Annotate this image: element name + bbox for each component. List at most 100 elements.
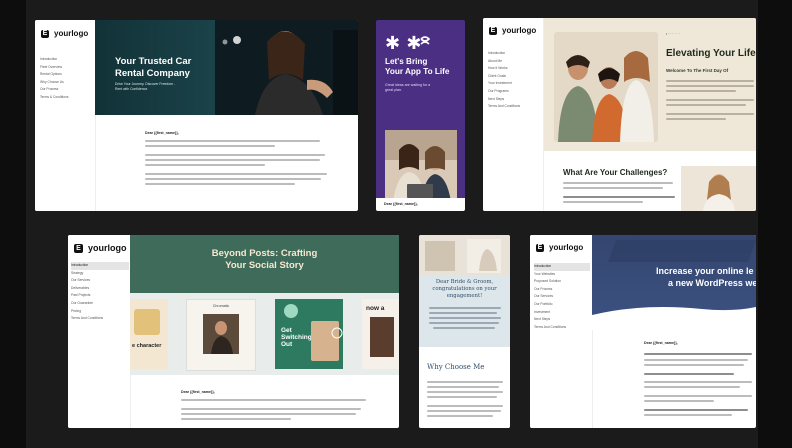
title-line: Your Trusted Car bbox=[115, 56, 192, 67]
car-logo: E yourlogo bbox=[41, 29, 88, 38]
life-hero: • · · · · · · Elevating Your Life Welcom… bbox=[544, 18, 756, 151]
sidebar-item[interactable]: Rental Options bbox=[40, 71, 90, 79]
text-line bbox=[181, 418, 291, 420]
sidebar-item[interactable]: Next Steps bbox=[488, 96, 540, 104]
wordpress-template[interactable]: E yourlogo Introduction Your Websites Pr… bbox=[530, 235, 756, 428]
logo-mark-icon: E bbox=[536, 243, 544, 252]
sidebar-item[interactable]: Next Steps bbox=[534, 316, 590, 324]
logo-text: yourlogo bbox=[54, 29, 89, 38]
wedding-section: Why Choose Me bbox=[419, 347, 510, 428]
life-sidebar-list: Introduction About Me How It Works Clien… bbox=[488, 50, 540, 111]
sidebar-item[interactable]: Our Programs bbox=[488, 88, 540, 96]
text-line bbox=[429, 317, 501, 319]
text-line bbox=[145, 140, 320, 142]
sidebar-item[interactable]: Terms And Conditions bbox=[534, 324, 590, 332]
social-card-right[interactable]: now a bbox=[362, 299, 399, 369]
life-title: Elevating Your Life bbox=[666, 48, 756, 59]
sidebar-item[interactable]: Proposed Solution bbox=[534, 278, 590, 286]
sidebar-item[interactable]: Why Choose Us bbox=[40, 79, 90, 87]
social-title: Beyond Posts: Crafting Your Social Story bbox=[130, 248, 399, 272]
text-line bbox=[563, 187, 663, 189]
title-line: engagement! bbox=[446, 293, 483, 299]
right-dark-strip bbox=[758, 0, 792, 448]
wp-greeting: Dear {{first_name}}, bbox=[644, 341, 678, 345]
social-hero: Beyond Posts: Crafting Your Social Story… bbox=[130, 235, 399, 375]
text-line bbox=[145, 173, 327, 175]
life-welcome: Welcome To The First Day Of bbox=[666, 68, 729, 73]
text-line bbox=[427, 386, 499, 388]
life-coach-template[interactable]: E yourlogo Introduction About Me How It … bbox=[483, 18, 756, 211]
text-line bbox=[644, 414, 732, 416]
text-line bbox=[644, 395, 752, 397]
app-footer: Dear {{first_name}}, bbox=[376, 198, 465, 211]
logo-text: yourlogo bbox=[502, 26, 537, 35]
sidebar-item[interactable]: Fleet Overview bbox=[40, 64, 90, 72]
text-line bbox=[427, 391, 503, 393]
social-card-green[interactable]: Get Switching Out bbox=[275, 299, 343, 369]
life-logo: E yourlogo bbox=[489, 26, 536, 35]
sidebar-item[interactable]: About Me bbox=[488, 58, 540, 66]
sidebar-item[interactable]: Our Process bbox=[534, 286, 590, 294]
wp-hero-wave bbox=[592, 307, 756, 330]
sidebar-item[interactable]: Strategy bbox=[71, 270, 129, 278]
title-line: Your Social Story bbox=[225, 260, 304, 271]
text-line bbox=[145, 183, 295, 185]
text-line bbox=[433, 327, 495, 329]
sidebar-item[interactable]: Terms & Conditions bbox=[40, 94, 90, 102]
car-greeting: Dear {{first_name}}, bbox=[145, 131, 179, 135]
text-line bbox=[666, 113, 754, 115]
sidebar-item[interactable]: Introduction bbox=[534, 263, 590, 271]
social-sidebar: E yourlogo Introduction Strategy Our Ser… bbox=[68, 235, 131, 428]
text-line bbox=[666, 118, 726, 120]
social-card-left[interactable]: e character bbox=[130, 299, 168, 369]
wedding-template[interactable]: Dear Bride & Groom, congratulations on y… bbox=[419, 235, 510, 428]
card-caption: e character bbox=[132, 343, 162, 349]
text-line bbox=[644, 359, 748, 361]
sidebar-item[interactable]: Your Investment bbox=[488, 80, 540, 88]
sidebar-item[interactable]: Investment bbox=[534, 309, 590, 317]
sidebar-item[interactable]: Past Projects bbox=[71, 292, 129, 300]
app-subtitle: Great ideas are waiting for a great plan… bbox=[385, 83, 430, 93]
social-media-template[interactable]: E yourlogo Introduction Strategy Our Ser… bbox=[68, 235, 399, 428]
life-challenges: What Are Your Challenges? bbox=[563, 168, 668, 177]
sidebar-item[interactable]: Our Process bbox=[40, 86, 90, 94]
headline-line: Out bbox=[281, 341, 293, 348]
title-line: Rental Company bbox=[115, 67, 190, 79]
wp-sidebar-list: Introduction Your Websites Proposed Solu… bbox=[534, 263, 590, 331]
sidebar-item[interactable]: Our Services bbox=[534, 293, 590, 301]
car-rental-template[interactable]: E yourlogo Introduction Fleet Overview R… bbox=[35, 20, 358, 211]
woman-photo bbox=[681, 166, 756, 211]
car-sidebar: E yourlogo Introduction Fleet Overview R… bbox=[35, 20, 96, 211]
sidebar-item[interactable]: Deliverables bbox=[71, 285, 129, 293]
text-line bbox=[666, 99, 754, 101]
sidebar-item[interactable]: Introduction bbox=[71, 262, 129, 270]
sidebar-item[interactable]: Introduction bbox=[40, 56, 90, 64]
card-image bbox=[370, 317, 394, 357]
sidebar-item[interactable]: Your Websites bbox=[534, 271, 590, 279]
sidebar-item[interactable]: Introduction bbox=[488, 50, 540, 58]
sidebar-item[interactable]: Terms And Conditions bbox=[71, 315, 129, 323]
social-card-mid[interactable]: Chromatic bbox=[186, 299, 256, 371]
text-line bbox=[563, 182, 673, 184]
play-circle-icon bbox=[331, 327, 343, 339]
car-sidebar-list: Introduction Fleet Overview Rental Optio… bbox=[40, 56, 90, 102]
headline-line: Get bbox=[281, 327, 292, 334]
text-line bbox=[181, 408, 361, 410]
sidebar-item[interactable]: How It Works bbox=[488, 65, 540, 73]
sidebar-item[interactable]: Terms And Conditions bbox=[488, 103, 540, 111]
life-photo bbox=[554, 32, 658, 142]
svg-text:✱ ✱: ✱ ✱ bbox=[385, 34, 421, 50]
wedding-photo bbox=[419, 235, 510, 275]
sidebar-item[interactable]: Our Portfolio bbox=[534, 301, 590, 309]
sidebar-item[interactable]: Our Services bbox=[71, 277, 129, 285]
sidebar-item[interactable]: Pricing bbox=[71, 308, 129, 316]
sidebar-item[interactable]: Our Guarantee bbox=[71, 300, 129, 308]
card-caption: Chromatic bbox=[212, 304, 230, 308]
sidebar-item[interactable]: Client Goals bbox=[488, 73, 540, 81]
text-line bbox=[644, 364, 744, 366]
app-template[interactable]: ✱ ✱ Let's Bring Your App To Life Great i… bbox=[376, 20, 465, 211]
text-line bbox=[666, 85, 754, 87]
text-line bbox=[145, 145, 275, 147]
wp-hero-bg-shape bbox=[607, 240, 756, 262]
title-line: Beyond Posts: Crafting bbox=[211, 248, 318, 259]
